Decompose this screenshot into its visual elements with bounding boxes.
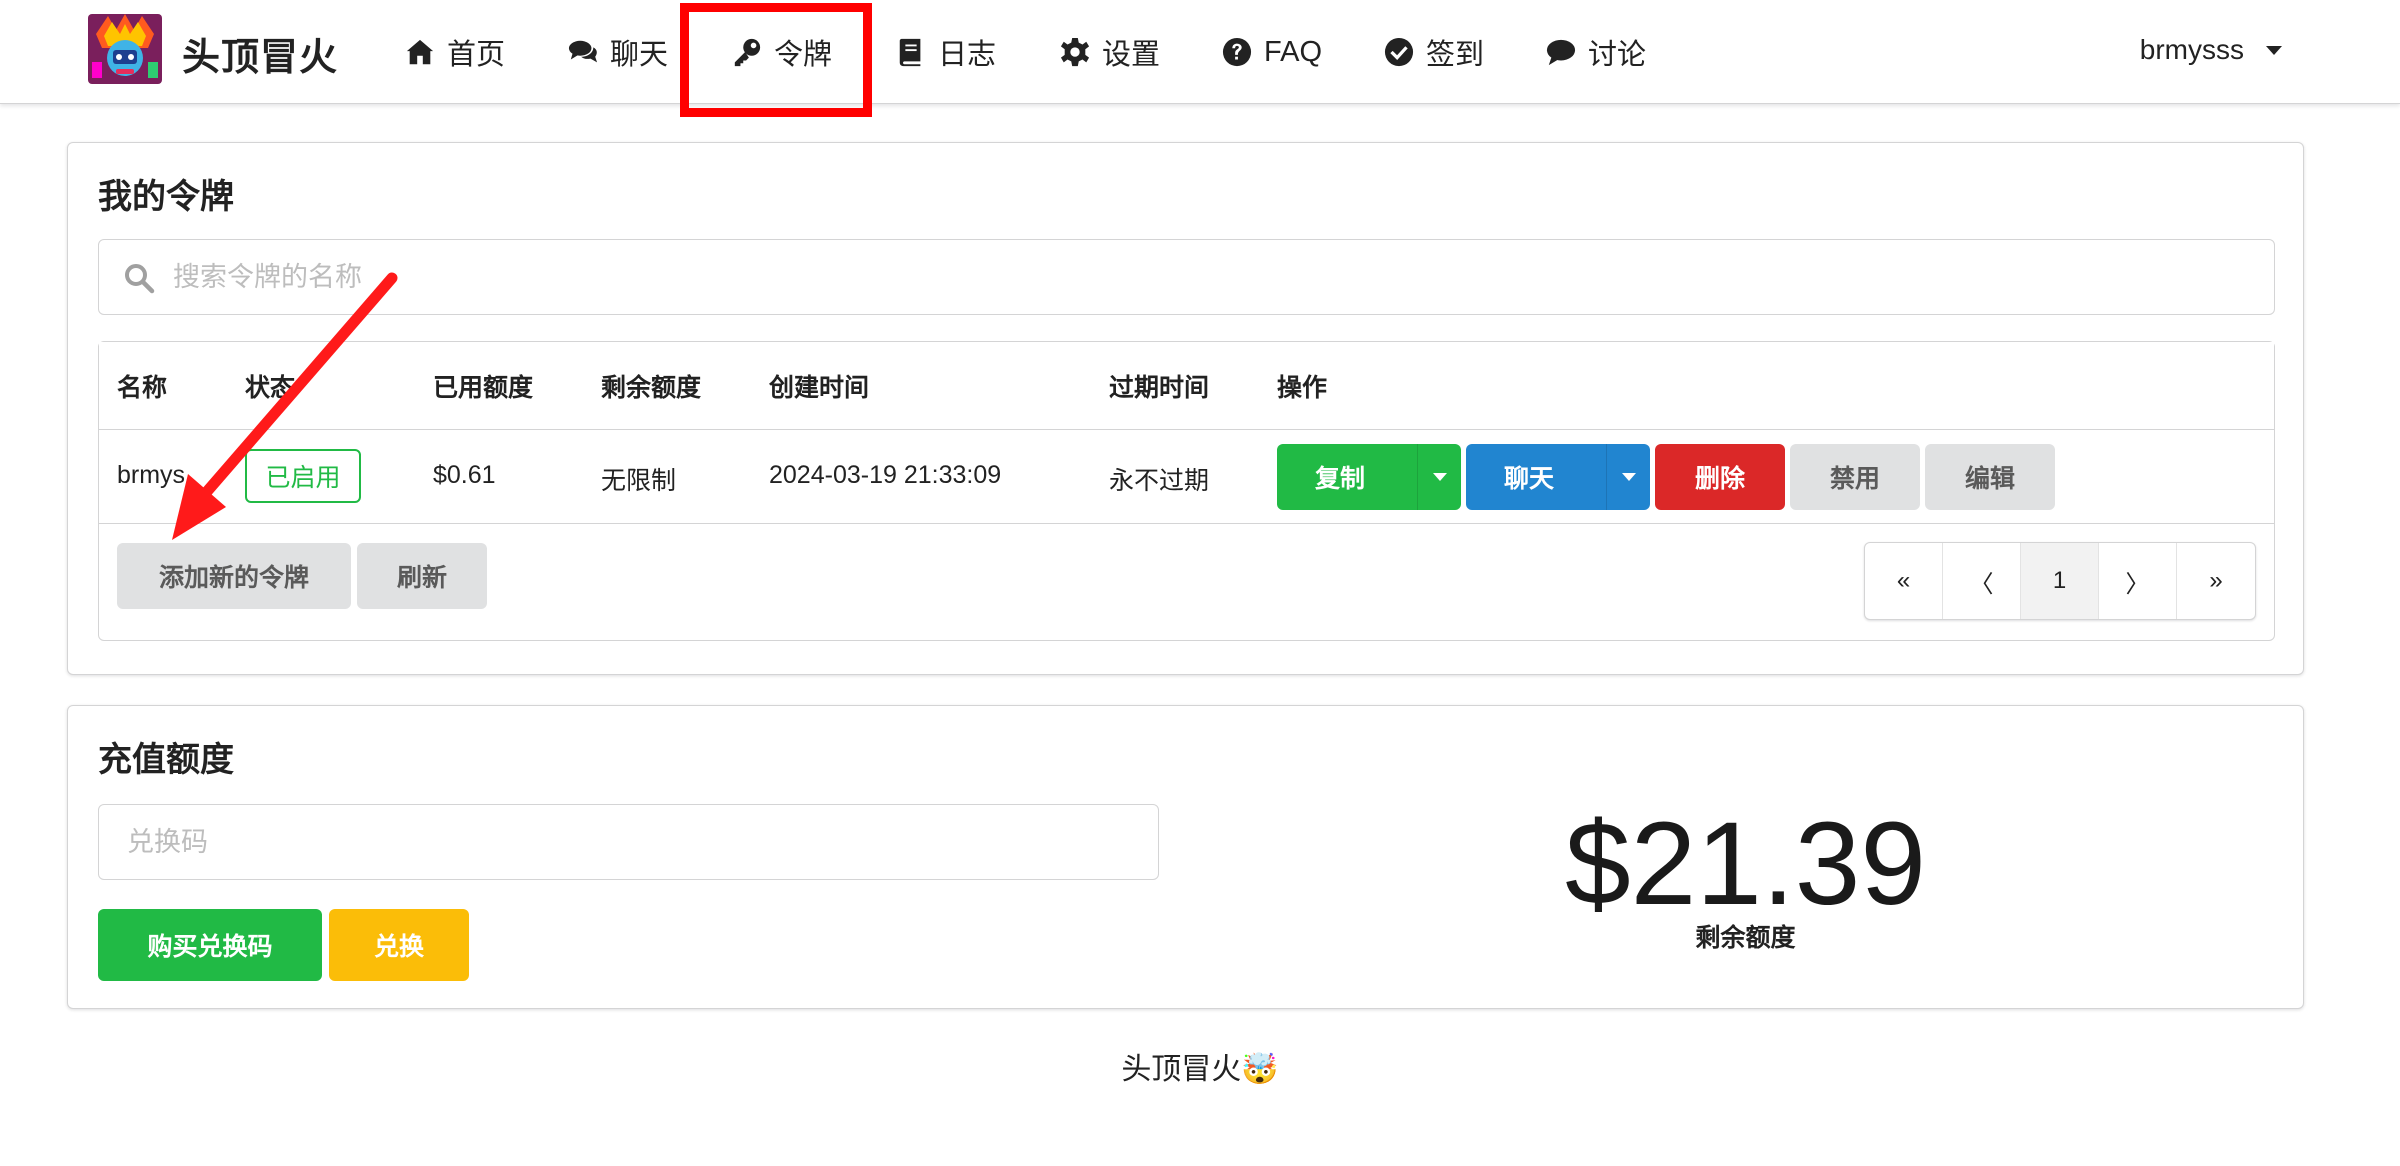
nav-home-label: 首页 [447,39,506,71]
username: brmysss [2139,34,2244,65]
nav-checkin[interactable]: 签到 [1384,30,1484,74]
table-header: 名称 状态 已用额度 剩余额度 创建时间 过期时间 操作 [99,342,2274,430]
book-icon [899,38,921,67]
tokens-title: 我的令牌 [98,178,234,216]
chat-dropdown-toggle[interactable] [1606,444,1650,510]
question-circle-icon [1222,37,1252,67]
chevron-down-icon [2266,45,2282,55]
user-menu[interactable]: brmysss [2140,34,2282,66]
nav-logs[interactable]: 日志 [896,30,996,74]
nav-discussion[interactable]: 讨论 [1546,30,1646,74]
refresh-button[interactable]: 刷新 [357,543,487,609]
brand-title[interactable]: 头顶冒火 [182,26,338,81]
comment-icon [1546,39,1576,66]
pagination-prev[interactable]: 〈 [1943,543,2021,619]
pagination-first[interactable]: « [1865,543,1943,619]
chevron-down-icon [1621,473,1636,481]
status-badge: 已启用 [245,449,361,503]
nav-settings-label: 设置 [1102,39,1161,71]
column-header-created[interactable]: 创建时间 [769,368,869,404]
column-header-name[interactable]: 名称 [117,368,167,404]
disable-button[interactable]: 禁用 [1790,444,1920,510]
mind-blown-emoji-icon: 🤯 [1241,1053,1279,1086]
home-icon [406,39,434,65]
nav-home[interactable]: 首页 [405,30,505,74]
token-expire-time: 永不过期 [1109,467,1210,495]
token-created-time: 2024-03-19 21:33:09 [769,461,1002,489]
copy-dropdown-toggle[interactable] [1417,444,1461,510]
topup-title: 充值额度 [98,741,234,779]
gear-icon [1060,37,1090,67]
top-navbar: 头顶冒火 首页 聊天 令牌 日志 设置 FAQ 签到 讨论 brmysss [0,0,2400,104]
topup-panel: 充值额度 购买兑换码 兑换 $21.39 剩余额度 [67,705,2304,1009]
search-icon [125,264,155,294]
tokens-panel: 我的令牌 名称 状态 已用额度 剩余额度 创建时间 过期时间 操作 brmys … [67,142,2304,675]
logo-icon[interactable] [88,14,162,84]
chat-button[interactable]: 聊天 [1466,444,1650,510]
nav-checkin-label: 签到 [1426,39,1485,71]
redeem-code-input[interactable] [98,804,1159,880]
token-used-quota: $0.61 [433,461,496,489]
column-header-used[interactable]: 已用额度 [433,368,533,404]
pagination-last[interactable]: » [2177,543,2255,619]
edit-button[interactable]: 编辑 [1925,444,2055,510]
pagination: « 〈 1 〉 » [1864,542,2256,620]
nav-logs-label: 日志 [938,39,997,71]
token-name: brmys [117,461,186,489]
remaining-quota-value: $21.39 [1565,798,1926,930]
comments-icon [568,40,598,63]
check-circle-icon [1384,37,1414,67]
nav-chat[interactable]: 聊天 [568,30,668,74]
pagination-page-1[interactable]: 1 [2021,543,2099,619]
nav-discussion-label: 讨论 [1588,39,1647,71]
copy-button-label: 复制 [1315,465,1366,493]
table-row: brmys 已启用 $0.61 无限制 2024-03-19 21:33:09 … [99,430,2274,524]
nav-faq-label: FAQ [1264,35,1323,68]
footer: 头顶冒火🤯 [0,1044,2400,1088]
redeem-button[interactable]: 兑换 [329,909,469,981]
token-remaining-quota: 无限制 [601,467,677,495]
quota-display: $21.39 剩余额度 [1186,706,2305,1010]
column-header-actions: 操作 [1277,374,1328,402]
delete-button[interactable]: 删除 [1655,444,1785,510]
chat-button-label: 聊天 [1504,465,1555,493]
column-header-remaining[interactable]: 剩余额度 [601,368,701,404]
pagination-next[interactable]: 〉 [2099,543,2177,619]
token-search-input[interactable] [173,250,2253,304]
remaining-quota-label: 剩余额度 [1695,924,1796,952]
footer-text: 头顶冒火 [1121,1053,1242,1086]
annotation-highlight-box [680,3,872,117]
column-header-status[interactable]: 状态 [245,368,295,404]
token-search-box[interactable] [98,239,2275,315]
add-token-button[interactable]: 添加新的令牌 [117,543,351,609]
tokens-table: 名称 状态 已用额度 剩余额度 创建时间 过期时间 操作 brmys 已启用 $… [98,341,2275,641]
nav-faq[interactable]: FAQ [1222,30,1322,74]
column-header-expires[interactable]: 过期时间 [1109,368,1209,404]
chevron-down-icon [1432,473,1447,481]
nav-chat-label: 聊天 [610,39,669,71]
buy-code-button[interactable]: 购买兑换码 [98,909,322,981]
nav-settings[interactable]: 设置 [1060,30,1160,74]
copy-button[interactable]: 复制 [1277,444,1461,510]
